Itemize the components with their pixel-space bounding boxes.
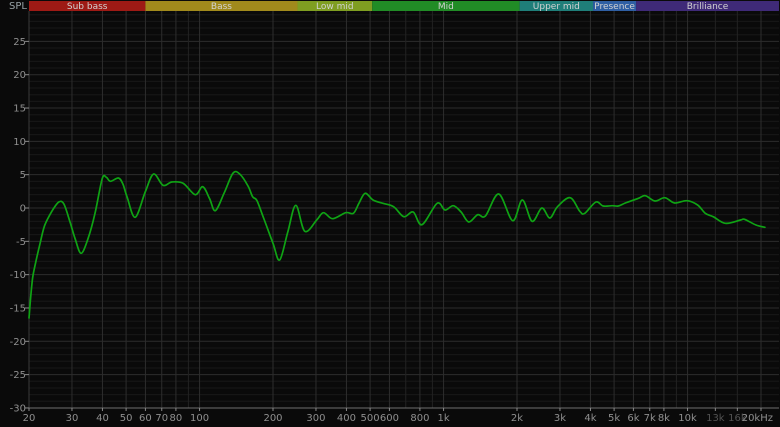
x-tick-label: 3k bbox=[554, 413, 566, 424]
y-tick-label: 25 bbox=[13, 37, 26, 48]
y-tick-label: 20 bbox=[13, 70, 26, 81]
x-tick-label: 200 bbox=[263, 413, 282, 424]
x-tick-label: 20kHz bbox=[742, 413, 773, 424]
response-curve bbox=[28, 170, 766, 319]
y-tick-label: -15 bbox=[10, 303, 26, 314]
x-tick-label: 600 bbox=[380, 413, 399, 424]
x-tick-label: 100 bbox=[190, 413, 209, 424]
band-label: Sub bass bbox=[67, 2, 108, 12]
band-label: Bass bbox=[211, 2, 232, 12]
y-tick-label: 15 bbox=[13, 104, 26, 115]
x-tick-label: 13k bbox=[706, 413, 725, 424]
x-tick-label: 6k bbox=[627, 413, 639, 424]
x-tick-label: 500 bbox=[361, 413, 380, 424]
y-tick-label: 10 bbox=[13, 137, 26, 148]
band-label: Mid bbox=[438, 2, 454, 12]
y-tick-label: 0 bbox=[20, 204, 26, 215]
x-tick-label: 5k bbox=[608, 413, 620, 424]
x-tick-label: 30 bbox=[66, 413, 79, 424]
x-tick-label: 4k bbox=[584, 413, 596, 424]
spl-axis-title: SPL bbox=[9, 1, 27, 12]
x-tick-label: 7k bbox=[644, 413, 656, 424]
band-label: Low mid bbox=[316, 2, 354, 12]
x-tick-label: 80 bbox=[170, 413, 183, 424]
x-tick-label: 800 bbox=[410, 413, 429, 424]
x-tick-label: 1k bbox=[437, 413, 449, 424]
y-tick-label: -10 bbox=[10, 270, 26, 281]
x-tick-label: 10k bbox=[678, 413, 697, 424]
x-tick-label: 400 bbox=[337, 413, 356, 424]
x-tick-label: 20 bbox=[23, 413, 36, 424]
y-tick-label: -25 bbox=[10, 370, 26, 381]
x-tick-label: 40 bbox=[96, 413, 109, 424]
x-tick-label: 50 bbox=[120, 413, 133, 424]
chart-canvas: 2520151050-5-10-15-20-25-3020 30 40 50 60 70 8… bbox=[10, 1, 779, 424]
x-tick-label: 70 bbox=[155, 413, 168, 424]
band-label: Upper mid bbox=[533, 2, 580, 12]
x-tick-label: 2k bbox=[511, 413, 523, 424]
x-tick-label: 8k bbox=[658, 413, 670, 424]
y-tick-label: 5 bbox=[20, 170, 26, 181]
x-tick-label: 300 bbox=[306, 413, 325, 424]
frequency-response-chart: SPL 25 20 15 10 5 0 -5 -10 -15 -20 -25 -30 20 30 40 50 6… bbox=[0, 0, 780, 427]
x-tick-label: 60 bbox=[139, 413, 152, 424]
band-label: Presence bbox=[594, 2, 635, 12]
y-tick-label: -20 bbox=[10, 337, 26, 348]
band-label: Brilliance bbox=[687, 2, 729, 12]
y-tick-label: -5 bbox=[16, 237, 26, 248]
